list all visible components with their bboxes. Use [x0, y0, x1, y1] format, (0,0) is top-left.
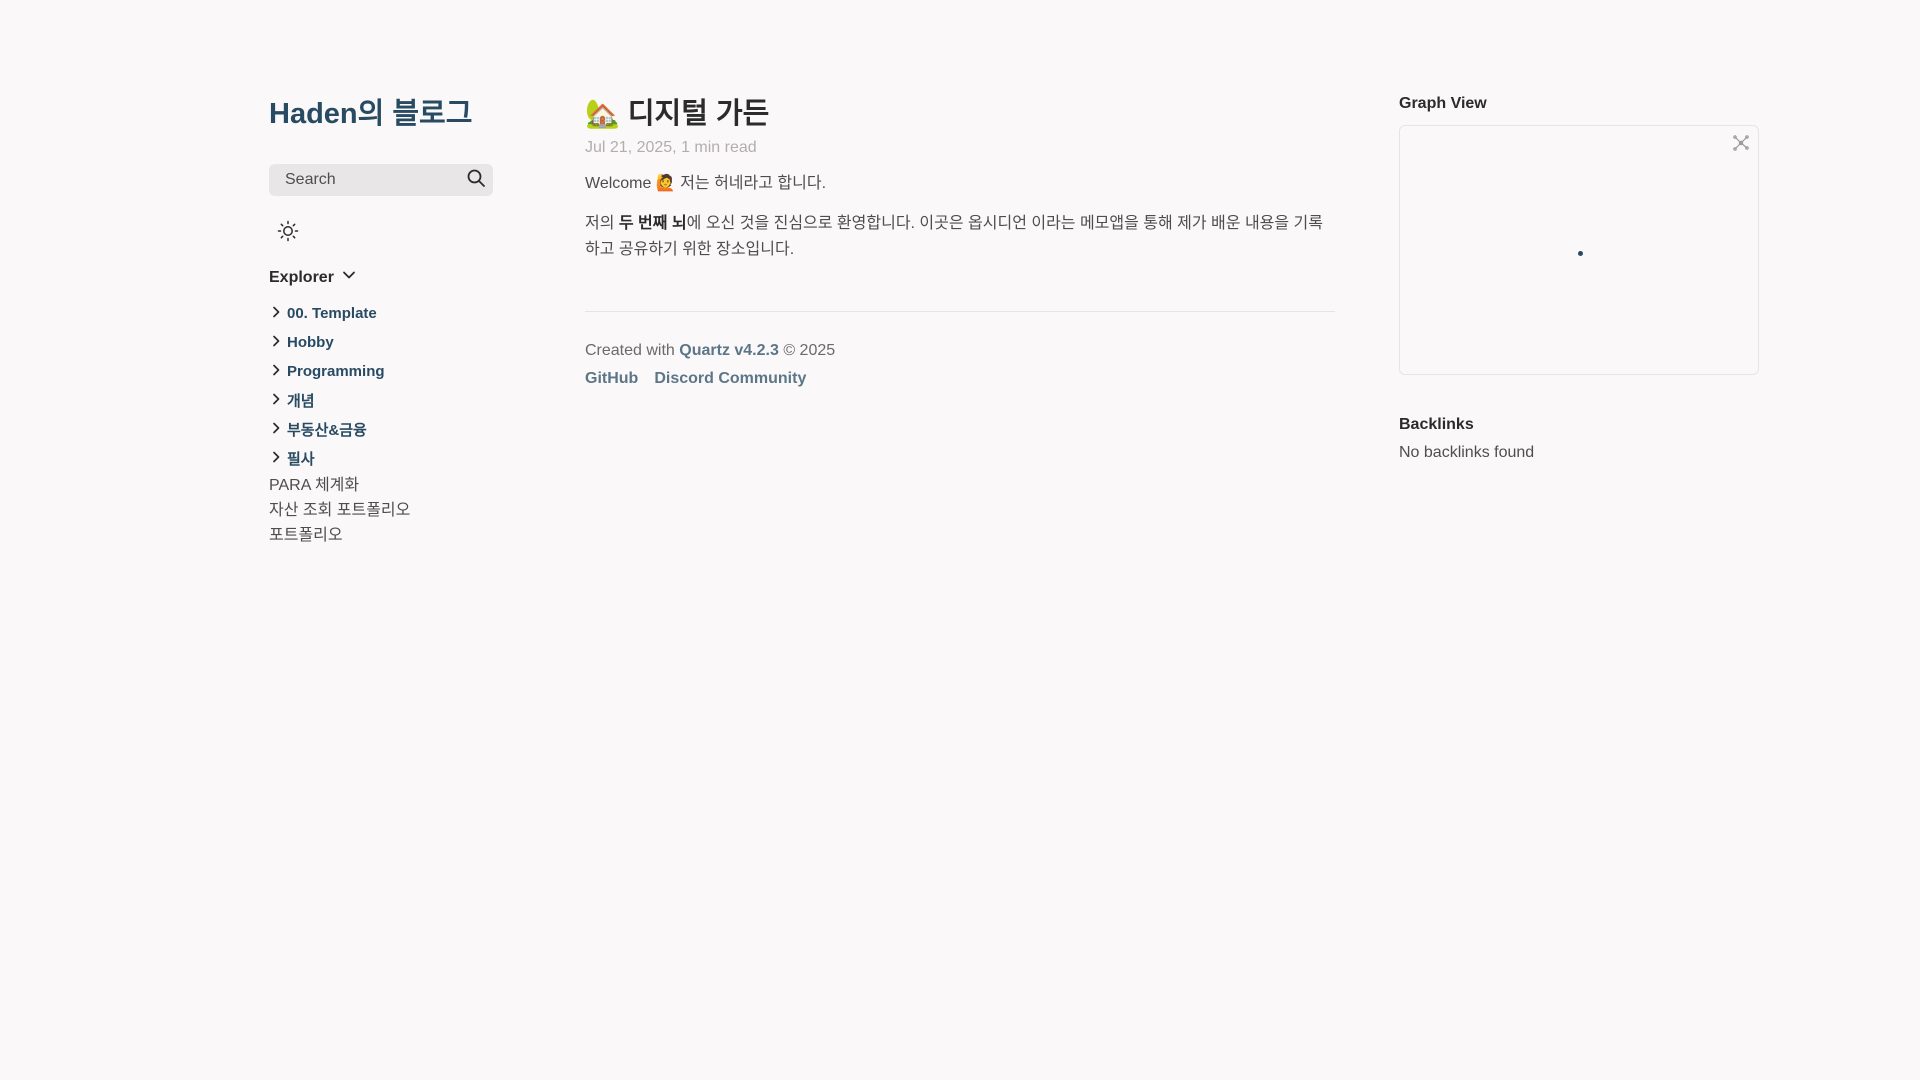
global-graph-icon[interactable] [1732, 134, 1750, 152]
graph-node[interactable] [1578, 251, 1583, 256]
chevron-right-icon [269, 421, 283, 439]
explorer-label: Explorer [269, 268, 334, 286]
folder-item[interactable]: 00. Template [269, 299, 493, 328]
house-emoji: 🏡 [585, 98, 620, 129]
article: 🏡 디지털 가든 Jul 21, 2025, 1 min read Welcom… [585, 92, 1335, 388]
search-button[interactable]: Search [269, 164, 493, 196]
explorer-file-list: PARA 체계화 자산 조회 포트폴리오 포트폴리오 [269, 473, 493, 548]
folder-item[interactable]: 개념 [269, 386, 493, 415]
folder-label: 00. Template [287, 305, 377, 322]
backlinks-empty: No backlinks found [1399, 444, 1535, 461]
chevron-right-icon [269, 392, 283, 410]
footer-credit: Created with Quartz v4.2.3 © 2025 [585, 342, 1335, 360]
explorer-toggle[interactable]: Explorer [269, 266, 493, 289]
github-link[interactable]: GitHub [585, 370, 638, 388]
file-item[interactable]: 자산 조회 포트폴리오 [269, 498, 493, 523]
chevron-down-icon [340, 266, 358, 289]
chevron-right-icon [269, 334, 283, 352]
divider [585, 311, 1335, 312]
folder-item[interactable]: 부동산&금융 [269, 415, 493, 444]
left-sidebar: Haden의 블로그 Search Explorer 00. Template … [269, 92, 493, 548]
article-meta: Jul 21, 2025, 1 min read [585, 139, 757, 156]
folder-label: 필사 [287, 451, 315, 468]
graph-view-title: Graph View [1399, 95, 1487, 112]
footer: Created with Quartz v4.2.3 © 2025 GitHub… [585, 342, 1335, 388]
folder-label: 부동산&금융 [287, 422, 367, 439]
chevron-right-icon [269, 363, 283, 381]
paragraph-welcome: Welcome 🙋 저는 허네라고 합니다. [585, 175, 827, 192]
chevron-right-icon [269, 305, 283, 323]
page-title-text: 디지털 가든 [627, 98, 770, 130]
intro-prefix: 저의 [585, 215, 619, 232]
paragraph-intro: 저의 두 번째 뇌에 오신 것을 진심으로 환영합니다. 이곳은 옵시디언 이라… [585, 211, 1335, 263]
file-item[interactable]: 포트폴리오 [269, 523, 493, 548]
discord-link[interactable]: Discord Community [654, 370, 806, 388]
page-title: 🏡 디지털 가든 [585, 92, 1335, 136]
intro-suffix: 에 오신 것을 진심으로 환영합니다. 이곳은 옵시디언 이라는 메모앱을 통해… [585, 215, 1323, 258]
sun-icon [277, 220, 299, 246]
backlinks: Backlinks No backlinks found [1399, 413, 1759, 462]
site-title[interactable]: Haden의 블로그 [269, 92, 493, 136]
quartz-link[interactable]: Quartz v4.2.3 [679, 342, 779, 359]
backlinks-title: Backlinks [1399, 416, 1474, 433]
folder-item[interactable]: Programming [269, 357, 493, 386]
folder-item[interactable]: 필사 [269, 444, 493, 473]
folder-label: 개념 [287, 393, 315, 410]
footer-links: GitHub Discord Community [585, 370, 1335, 388]
darkmode-toggle[interactable] [277, 220, 299, 242]
footer-copyright: © 2025 [778, 342, 836, 359]
folder-item[interactable]: Hobby [269, 328, 493, 357]
file-item[interactable]: PARA 체계화 [269, 473, 493, 498]
graph-view[interactable] [1399, 125, 1759, 375]
search-icon [466, 168, 486, 193]
folder-label: Programming [287, 363, 385, 380]
article-content: Welcome 🙋 저는 허네라고 합니다. 저의 두 번째 뇌에 오신 것을 … [585, 171, 1335, 263]
chevron-right-icon [269, 450, 283, 468]
footer-created: Created with [585, 342, 680, 359]
explorer-folder-list: 00. Template Hobby Programming 개념 부동산&금융… [269, 299, 493, 473]
right-sidebar: Graph View Backlinks No backlinks found [1399, 92, 1759, 462]
folder-label: Hobby [287, 334, 334, 351]
search-placeholder: Search [285, 171, 336, 188]
intro-bold: 두 번째 뇌 [618, 215, 687, 232]
